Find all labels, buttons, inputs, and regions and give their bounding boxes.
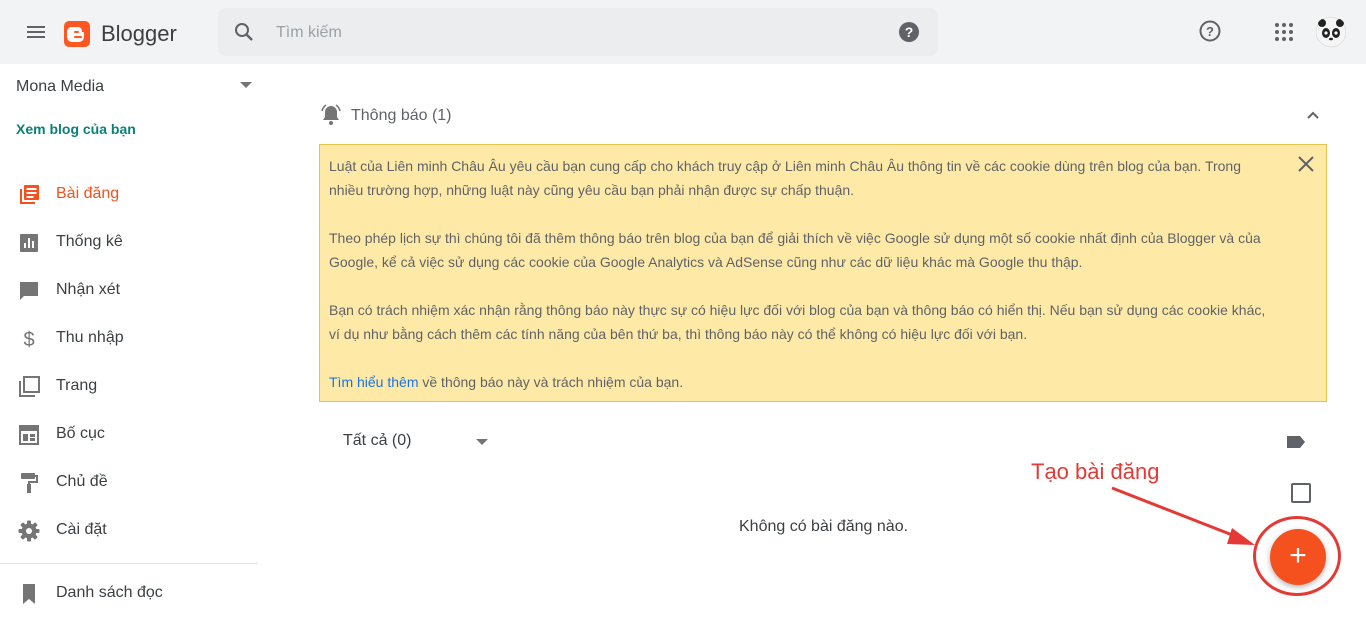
apps-icon[interactable]: [1273, 21, 1295, 43]
sidebar-item-label: Chủ đề: [56, 473, 108, 490]
sidebar-item-posts[interactable]: Bài đăng: [0, 175, 258, 215]
search-help-icon[interactable]: ?: [897, 20, 921, 44]
chevron-down-icon: [240, 82, 252, 88]
top-bar: Blogger ? ?: [0, 0, 1366, 64]
avatar[interactable]: [1315, 16, 1347, 48]
bookmark-icon: [23, 584, 35, 604]
pages-icon: [19, 376, 40, 397]
search-bar: ?: [218, 8, 938, 56]
sidebar-item-label: Thu nhập: [56, 329, 124, 346]
stats-icon: [20, 234, 38, 252]
blog-selector[interactable]: Mona Media: [16, 78, 252, 98]
post-filter-dropdown[interactable]: Tất cả (0): [343, 430, 493, 454]
chevron-up-icon[interactable]: [1301, 103, 1325, 127]
bell-icon: [321, 104, 341, 125]
notice-paragraph: Theo phép lịch sự thì chúng tôi đã thêm …: [329, 230, 1261, 270]
help-icon[interactable]: ?: [1198, 19, 1222, 43]
view-blog-link[interactable]: Xem blog của bạn: [16, 121, 136, 137]
sidebar-item-settings[interactable]: Cài đặt: [0, 511, 258, 551]
gear-icon: [18, 520, 40, 542]
select-all-checkbox[interactable]: [1291, 483, 1311, 503]
posts-icon: [20, 185, 39, 204]
sidebar-item-label: Thống kê: [56, 233, 123, 250]
blogger-logo[interactable]: [64, 21, 90, 47]
close-icon[interactable]: [1295, 153, 1317, 175]
notice-learn-more: Tìm hiểu thêm về thông báo này và trách …: [329, 370, 1266, 394]
create-post-button[interactable]: +: [1270, 529, 1326, 585]
notice-header[interactable]: Thông báo (1): [319, 100, 1327, 130]
comments-icon: [20, 282, 38, 300]
sidebar-item-label: Bố cục: [56, 425, 105, 442]
sidebar-item-label: Trang: [56, 377, 98, 394]
sidebar-item-label: Cài đặt: [56, 521, 107, 538]
notice-paragraph: Bạn có trách nhiệm xác nhận rằng thông b…: [329, 302, 1266, 342]
chevron-down-icon: [476, 439, 488, 445]
blog-name: Mona Media: [16, 78, 105, 95]
sidebar-item-stats[interactable]: Thống kê: [0, 223, 258, 263]
cookie-notice-card: Luật của Liên minh Châu Âu yêu cầu bạn c…: [319, 144, 1327, 402]
annotation-label: Tạo bài đăng: [1031, 459, 1160, 484]
search-input[interactable]: [274, 20, 838, 46]
svg-text:?: ?: [905, 24, 914, 40]
sidebar-item-reading-list[interactable]: Danh sách đọc: [0, 574, 258, 614]
sidebar-item-label: Bài đăng: [56, 185, 120, 202]
menu-icon[interactable]: [24, 20, 48, 44]
notice-title: Thông báo (1): [351, 107, 452, 124]
sidebar-item-pages[interactable]: Trang: [0, 367, 258, 407]
filter-label: Tất cả (0): [343, 432, 412, 449]
sidebar: Mona Media Xem blog của bạn Bài đăng Thố…: [0, 64, 258, 625]
app-name: Blogger: [101, 21, 177, 46]
sidebar-divider: [0, 563, 258, 564]
sidebar-item-theme[interactable]: Chủ đề: [0, 463, 258, 503]
sidebar-item-comments[interactable]: Nhận xét: [0, 271, 258, 311]
empty-posts-message: Không có bài đăng nào.: [739, 518, 909, 535]
notice-paragraph: Luật của Liên minh Châu Âu yêu cầu bạn c…: [329, 158, 1241, 198]
search-icon[interactable]: [232, 20, 256, 44]
learn-more-suffix: về thông báo này và trách nhiệm của bạn.: [418, 374, 684, 390]
dollar-icon: $: [23, 329, 34, 351]
paint-roller-icon: [21, 473, 38, 493]
svg-text:$: $: [23, 329, 34, 351]
label-icon[interactable]: [1284, 430, 1308, 454]
learn-more-link[interactable]: Tìm hiểu thêm: [329, 374, 418, 390]
sidebar-item-label: Nhận xét: [56, 281, 121, 298]
svg-text:?: ?: [1206, 24, 1214, 39]
sidebar-item-label: Danh sách đọc: [56, 584, 163, 601]
layout-icon: [19, 425, 39, 445]
sidebar-item-layout[interactable]: Bố cục: [0, 415, 258, 455]
sidebar-item-earnings[interactable]: $ Thu nhập: [0, 319, 258, 359]
